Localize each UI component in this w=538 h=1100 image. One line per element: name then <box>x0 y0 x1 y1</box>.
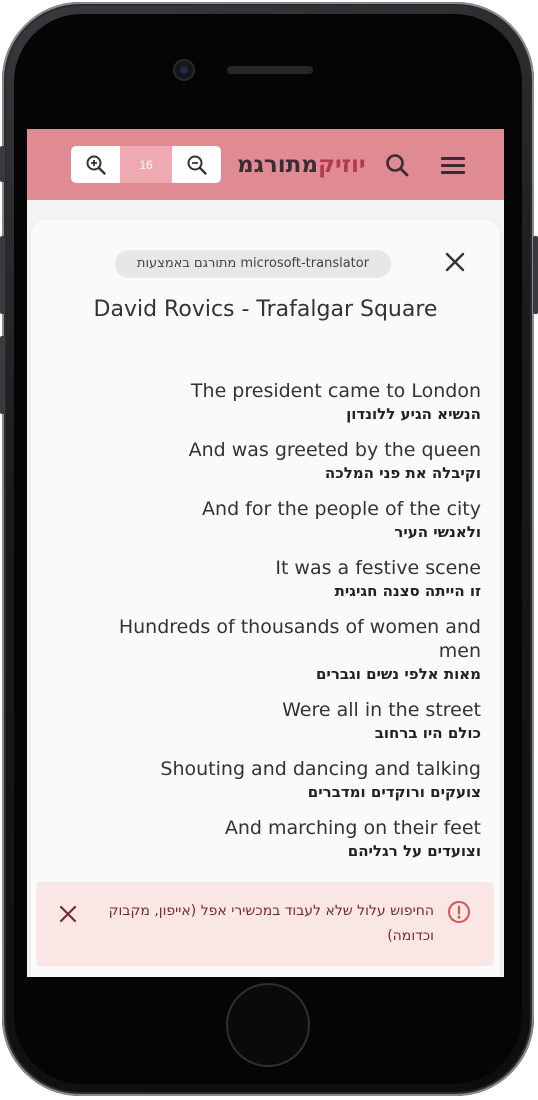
front-camera <box>175 61 193 79</box>
lyrics-list: The president came to London הנשיא הגיע … <box>91 379 481 875</box>
lyric-line: Shouting and dancing and talking צועקים … <box>91 757 481 803</box>
zoom-in-icon <box>86 155 106 175</box>
app-logo[interactable]: יוזיקמתורגמ <box>237 149 366 181</box>
lyric-line: Were all in the street כולם היו ברחוב <box>91 698 481 744</box>
lyric-original: And for the people of the city <box>202 498 481 520</box>
translator-badge: מתורגם באמצעות microsoft-translator <box>115 250 391 278</box>
volume-up-button <box>0 236 5 314</box>
lyric-line: And was greeted by the queen וקיבלה את פ… <box>91 438 481 484</box>
lyric-translation: וצועדים על רגליהם <box>347 842 481 860</box>
warning-alert: החיפוש עלול שלא לעבוד במכשירי אפל (אייפו… <box>36 882 494 966</box>
lyric-line: And marching on their feet וצועדים על רג… <box>91 816 481 862</box>
lyrics-card: מתורגם באמצעות microsoft-translator Davi… <box>31 220 500 977</box>
home-button <box>228 985 308 1065</box>
lyric-line: Hundreds of thousands of women and men מ… <box>91 615 481 685</box>
lyric-translation: ולאנשי העיר <box>394 523 481 541</box>
menu-icon[interactable] <box>439 151 467 179</box>
app-screen: יוזיקמתורגמ 16 מתורגם באמצעות microsoft-… <box>27 129 504 977</box>
alert-close-icon[interactable] <box>57 903 79 925</box>
lyric-original: The president came to London <box>190 380 481 402</box>
lyric-translation: צועקים ורוקדים ומדברים <box>307 783 481 801</box>
lyric-translation: הנשיא הגיע ללונדון <box>346 405 481 423</box>
font-size-value: 16 <box>120 146 172 183</box>
lyric-original: And marching on their feet <box>224 817 481 839</box>
lyric-line: It was a festive scene זו הייתה סצנה חגי… <box>91 556 481 602</box>
logo-part-1: יוזיק <box>318 152 366 178</box>
power-button <box>533 236 538 314</box>
alert-message: החיפוש עלול שלא לעבוד במכשירי אפל (אייפו… <box>108 903 434 944</box>
lyric-original: And was greeted by the queen <box>188 439 481 461</box>
lyric-line: The president came to London הנשיא הגיע … <box>91 379 481 425</box>
lyric-original: Were all in the street <box>282 699 481 721</box>
zoom-in-button[interactable] <box>71 146 120 183</box>
song-title: David Rovics - Trafalgar Square <box>93 297 438 322</box>
lyric-original: It was a festive scene <box>275 557 481 579</box>
lyric-translation: כולם היו ברחוב <box>374 724 481 742</box>
warning-icon <box>447 900 471 924</box>
lyric-translation: זו הייתה סצנה חגיגית <box>334 582 481 600</box>
lyric-original: Hundreds of thousands of women and men <box>118 616 481 662</box>
lyric-line: And for the people of the city ולאנשי הע… <box>91 497 481 543</box>
zoom-out-button[interactable] <box>172 146 221 183</box>
lyric-translation: וקיבלה את פני המלכה <box>324 464 481 482</box>
volume-down-button <box>0 336 5 414</box>
zoom-out-icon <box>187 155 207 175</box>
logo-part-2: מתורגמ <box>237 152 319 178</box>
earpiece-speaker <box>227 66 313 74</box>
font-size-control: 16 <box>71 146 221 183</box>
app-bar: יוזיקמתורגמ 16 <box>27 129 504 200</box>
search-icon[interactable] <box>383 151 411 179</box>
lyric-original: Shouting and dancing and talking <box>160 758 481 780</box>
mute-switch <box>0 146 5 182</box>
lyric-translation: מאות אלפי נשים וגברים <box>315 665 481 683</box>
close-icon[interactable] <box>443 250 467 274</box>
